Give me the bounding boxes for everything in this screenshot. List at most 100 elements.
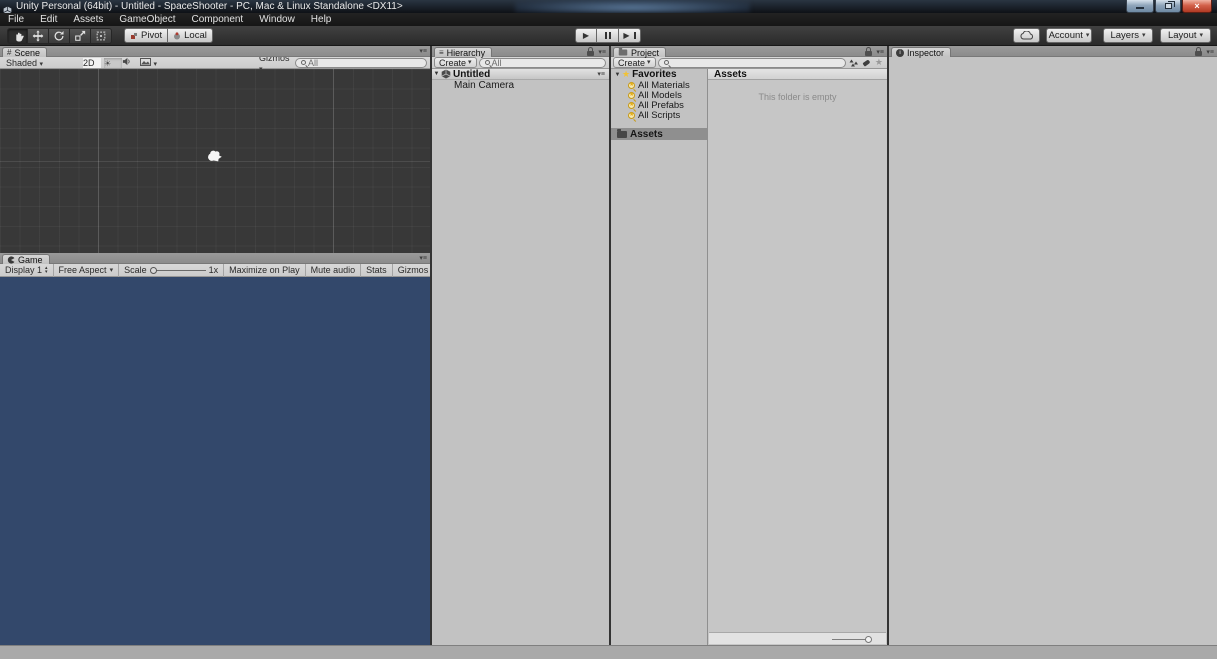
- account-dropdown[interactable]: Account ▾: [1046, 28, 1092, 43]
- layers-label: Layers: [1110, 30, 1139, 41]
- search-by-type-icon[interactable]: [849, 59, 858, 67]
- tab-scene[interactable]: # Scene: [2, 47, 47, 58]
- panel-menu-icon[interactable]: ▾≡: [419, 48, 427, 55]
- search-favorite-icon: ★: [628, 81, 635, 89]
- game-viewport[interactable]: [0, 277, 430, 645]
- local-button[interactable]: Local: [168, 28, 213, 43]
- expander-icon[interactable]: ▼: [432, 71, 441, 77]
- play-button[interactable]: ▶: [575, 28, 597, 43]
- rect-icon: [96, 31, 106, 41]
- save-search-icon[interactable]: ★: [875, 58, 883, 67]
- scene-menu-icon[interactable]: ▾≡: [597, 70, 605, 78]
- search-by-label-icon[interactable]: [862, 58, 871, 67]
- panel-menu-icon[interactable]: ▾≡: [419, 255, 427, 262]
- rotate-icon: [54, 31, 64, 41]
- menu-assets[interactable]: Assets: [65, 13, 111, 26]
- render-mode-label: Shaded: [6, 57, 38, 68]
- project-create-button[interactable]: Create ▾: [613, 57, 656, 68]
- pivot-icon: [131, 32, 137, 39]
- layers-dropdown[interactable]: Layers ▾: [1103, 28, 1153, 43]
- restore-button[interactable]: [1155, 0, 1181, 13]
- lock-icon[interactable]: [865, 47, 873, 56]
- scene-search-input[interactable]: All: [295, 57, 427, 68]
- maximize-on-play-toggle[interactable]: Maximize on Play: [223, 263, 305, 277]
- 2d-toggle[interactable]: 2D: [83, 57, 101, 68]
- pivot-local-group: Pivot Local: [124, 28, 213, 43]
- favorite-all-models[interactable]: ★ All Models: [611, 90, 707, 101]
- hierarchy-create-button[interactable]: Create ▾: [434, 57, 477, 68]
- layout-dropdown[interactable]: Layout ▾: [1160, 28, 1211, 43]
- favorites-header[interactable]: ▼ ★ Favorites: [611, 69, 707, 80]
- menu-component[interactable]: Component: [184, 13, 252, 26]
- search-icon: [301, 60, 306, 65]
- tab-inspector[interactable]: i Inspector: [891, 47, 952, 58]
- menu-bar: File Edit Assets GameObject Component Wi…: [0, 13, 1217, 26]
- thumbnail-slider-track[interactable]: [832, 639, 868, 640]
- scene-audio-toggle[interactable]: [122, 57, 140, 68]
- menu-file[interactable]: File: [0, 13, 32, 26]
- tab-project[interactable]: Project: [613, 47, 667, 58]
- cloud-button[interactable]: [1013, 28, 1040, 43]
- favorites-star-icon: ★: [622, 69, 631, 79]
- scale-slider-track[interactable]: [149, 266, 206, 274]
- inspector-panel: i Inspector ▾≡: [889, 46, 1217, 645]
- hierarchy-tab-icon: ≡: [439, 48, 444, 57]
- favorite-all-scripts[interactable]: ★ All Scripts: [611, 110, 707, 121]
- title-bar: Unity Personal (64bit) - Untitled - Spac…: [0, 0, 1217, 13]
- display-dropdown[interactable]: Display 1 ▴ ▾: [0, 263, 54, 277]
- aspect-dropdown[interactable]: Free Aspect ▾: [54, 263, 120, 277]
- assets-folder-row[interactable]: Assets: [611, 128, 707, 140]
- scale-slider[interactable]: Scale 1x: [119, 264, 223, 277]
- scene-tab-icon: #: [7, 48, 12, 57]
- mute-audio-toggle[interactable]: Mute audio: [304, 263, 361, 277]
- hierarchy-search-input[interactable]: All: [478, 57, 606, 68]
- tab-game[interactable]: Game: [2, 254, 50, 265]
- minimize-button[interactable]: [1126, 0, 1154, 13]
- pivot-button[interactable]: Pivot: [124, 28, 169, 43]
- menu-help[interactable]: Help: [303, 13, 340, 26]
- project-panel: Project ▾≡ Create ▾ ★ ▼ ★ Favorites ★ Al…: [611, 46, 887, 645]
- scale-slider-knob[interactable]: [149, 266, 157, 274]
- menu-window[interactable]: Window: [251, 13, 303, 26]
- camera-gizmo-icon[interactable]: [205, 149, 225, 166]
- stats-toggle[interactable]: Stats: [360, 263, 392, 277]
- minimize-icon: [1136, 7, 1144, 9]
- thumbnail-slider-knob[interactable]: [865, 636, 872, 643]
- favorites-label: Favorites: [632, 69, 677, 80]
- step-icon: ▶: [623, 31, 630, 40]
- pause-button[interactable]: [597, 28, 619, 43]
- favorite-all-prefabs[interactable]: ★ All Prefabs: [611, 100, 707, 111]
- panel-menu-icon[interactable]: ▾≡: [1206, 49, 1214, 56]
- render-mode-dropdown[interactable]: Shaded ▾: [2, 58, 80, 68]
- hand-tool-button[interactable]: [7, 28, 28, 44]
- rotate-tool-button[interactable]: [49, 28, 70, 44]
- menu-edit[interactable]: Edit: [32, 13, 65, 26]
- rect-tool-button[interactable]: [91, 28, 112, 44]
- panel-menu-icon[interactable]: ▾≡: [598, 49, 606, 56]
- favorite-all-materials[interactable]: ★ All Materials: [611, 80, 707, 91]
- search-favorite-icon: ★: [628, 111, 635, 119]
- sun-icon: ☀: [104, 58, 112, 68]
- scene-effects-dropdown[interactable]: ▾: [140, 57, 164, 68]
- scene-viewport[interactable]: [0, 69, 430, 253]
- panel-menu-icon[interactable]: ▾≡: [876, 49, 884, 56]
- lock-icon[interactable]: [587, 47, 595, 56]
- close-button[interactable]: ×: [1182, 0, 1212, 13]
- scene-header-row[interactable]: ▼ Untitled ▾≡: [432, 69, 609, 80]
- tab-hierarchy[interactable]: ≡ Hierarchy: [434, 47, 493, 58]
- chevron-down-icon: ▾: [1142, 32, 1146, 39]
- background-window-ghost: [515, 0, 750, 13]
- chevron-down-icon: ▾: [109, 266, 114, 274]
- menu-gameobject[interactable]: GameObject: [111, 13, 183, 26]
- scale-tool-button[interactable]: [70, 28, 91, 44]
- thumbnail-size-strip: [709, 632, 886, 644]
- scene-name: Untitled: [453, 68, 491, 80]
- move-tool-button[interactable]: [28, 28, 49, 44]
- hierarchy-item-main-camera[interactable]: Main Camera: [432, 80, 609, 91]
- step-button[interactable]: ▶: [619, 28, 641, 43]
- project-search-input[interactable]: [657, 57, 846, 68]
- expander-icon[interactable]: ▼: [613, 72, 622, 78]
- search-favorite-icon: ★: [628, 101, 635, 109]
- scene-lighting-toggle[interactable]: ☀: [104, 57, 122, 68]
- lock-icon[interactable]: [1195, 47, 1203, 56]
